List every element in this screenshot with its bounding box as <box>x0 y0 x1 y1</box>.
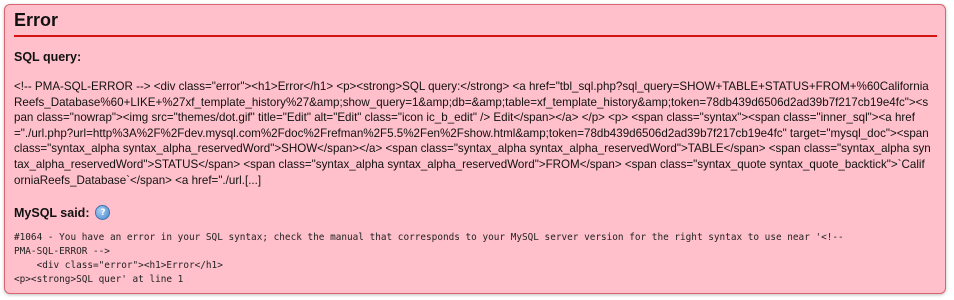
mysql-error-message: #1064 - You have an error in your SQL sy… <box>14 232 844 285</box>
mysql-said-row: MySQL said: ? <box>14 205 111 220</box>
sql-query-label: SQL query: <box>14 50 82 64</box>
sql-query-text: <!-- PMA-SQL-ERROR --> <div class="error… <box>14 80 931 187</box>
help-icon[interactable]: ? <box>95 205 111 220</box>
error-box: Error SQL query: <!-- PMA-SQL-ERROR --> … <box>4 4 946 294</box>
mysql-said-label: MySQL said: <box>14 205 90 220</box>
error-title: Error <box>14 10 59 30</box>
title-divider <box>14 35 937 37</box>
